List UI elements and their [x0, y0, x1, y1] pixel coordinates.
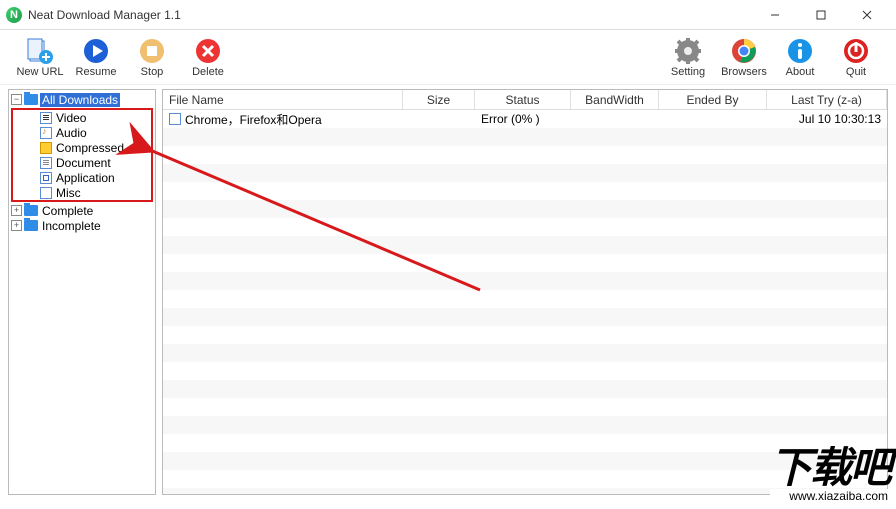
- tree-label: All Downloads: [40, 93, 120, 107]
- table-header: File Name Size Status BandWidth Ended By…: [163, 90, 887, 110]
- about-label: About: [786, 66, 815, 78]
- watermark-url: www.xiazaiba.com: [770, 489, 890, 503]
- delete-icon: [194, 37, 222, 65]
- tree-application[interactable]: Application: [27, 170, 151, 185]
- quit-label: Quit: [846, 66, 866, 78]
- delete-label: Delete: [192, 66, 224, 78]
- col-file-name[interactable]: File Name: [163, 90, 403, 109]
- application-icon: [40, 172, 52, 184]
- table-body[interactable]: Chrome，Firefox和Opera Error (0% ) Jul 10 …: [163, 110, 887, 494]
- new-url-icon: [26, 37, 54, 65]
- category-tree[interactable]: − All Downloads Video Audio Compressed D…: [8, 89, 156, 495]
- video-icon: [40, 112, 52, 124]
- tree-document[interactable]: Document: [27, 155, 151, 170]
- maximize-button[interactable]: [798, 1, 844, 29]
- file-icon: [169, 113, 181, 125]
- setting-button[interactable]: Setting: [660, 37, 716, 78]
- expand-icon[interactable]: +: [11, 205, 22, 216]
- minimize-button[interactable]: [752, 1, 798, 29]
- info-icon: [786, 37, 814, 65]
- browsers-label: Browsers: [721, 66, 767, 78]
- quit-button[interactable]: Quit: [828, 37, 884, 78]
- toolbar: New URL Resume Stop Delete Setting Brows…: [0, 30, 896, 85]
- title-bar: N Neat Download Manager 1.1: [0, 0, 896, 30]
- audio-icon: [40, 127, 52, 139]
- document-icon: [40, 157, 52, 169]
- col-size[interactable]: Size: [403, 90, 475, 109]
- col-bandwidth[interactable]: BandWidth: [571, 90, 659, 109]
- col-status[interactable]: Status: [475, 90, 571, 109]
- folder-icon: [24, 205, 38, 216]
- cell-status: Error (0% ): [475, 112, 571, 126]
- tree-compressed[interactable]: Compressed: [27, 140, 151, 155]
- tree-complete[interactable]: +Complete: [11, 203, 153, 218]
- tree-all-downloads[interactable]: − All Downloads: [11, 92, 153, 107]
- download-list: File Name Size Status BandWidth Ended By…: [162, 89, 888, 495]
- about-button[interactable]: About: [772, 37, 828, 78]
- setting-label: Setting: [671, 66, 705, 78]
- new-url-button[interactable]: New URL: [12, 37, 68, 78]
- stop-label: Stop: [141, 66, 164, 78]
- close-button[interactable]: [844, 1, 890, 29]
- browsers-button[interactable]: Browsers: [716, 37, 772, 78]
- table-row[interactable]: Chrome，Firefox和Opera Error (0% ) Jul 10 …: [163, 110, 887, 128]
- chrome-icon: [730, 37, 758, 65]
- watermark-text: 下载吧: [770, 447, 890, 489]
- tree-misc[interactable]: Misc: [27, 185, 151, 200]
- misc-icon: [40, 187, 52, 199]
- delete-button[interactable]: Delete: [180, 37, 236, 78]
- annotation-highlight: Video Audio Compressed Document Applicat…: [11, 108, 153, 202]
- window-title: Neat Download Manager 1.1: [28, 8, 752, 22]
- folder-icon: [24, 94, 38, 105]
- resume-button[interactable]: Resume: [68, 37, 124, 78]
- power-icon: [842, 37, 870, 65]
- cell-last-try: Jul 10 10:30:13: [767, 112, 887, 126]
- tree-video[interactable]: Video: [27, 110, 151, 125]
- folder-icon: [24, 220, 38, 231]
- collapse-icon[interactable]: −: [11, 94, 22, 105]
- resume-label: Resume: [76, 66, 117, 78]
- tree-incomplete[interactable]: +Incomplete: [11, 218, 153, 233]
- gear-icon: [674, 37, 702, 65]
- tree-audio[interactable]: Audio: [27, 125, 151, 140]
- cell-file-name: Chrome，Firefox和Opera: [185, 111, 322, 128]
- col-last-try[interactable]: Last Try (z-a): [767, 90, 887, 109]
- watermark: 下载吧 www.xiazaiba.com: [770, 447, 890, 503]
- compressed-icon: [40, 142, 52, 154]
- expand-icon[interactable]: +: [11, 220, 22, 231]
- stop-button[interactable]: Stop: [124, 37, 180, 78]
- col-ended-by[interactable]: Ended By: [659, 90, 767, 109]
- new-url-label: New URL: [16, 66, 63, 78]
- app-icon: N: [6, 7, 22, 23]
- play-icon: [82, 37, 110, 65]
- stop-icon: [138, 37, 166, 65]
